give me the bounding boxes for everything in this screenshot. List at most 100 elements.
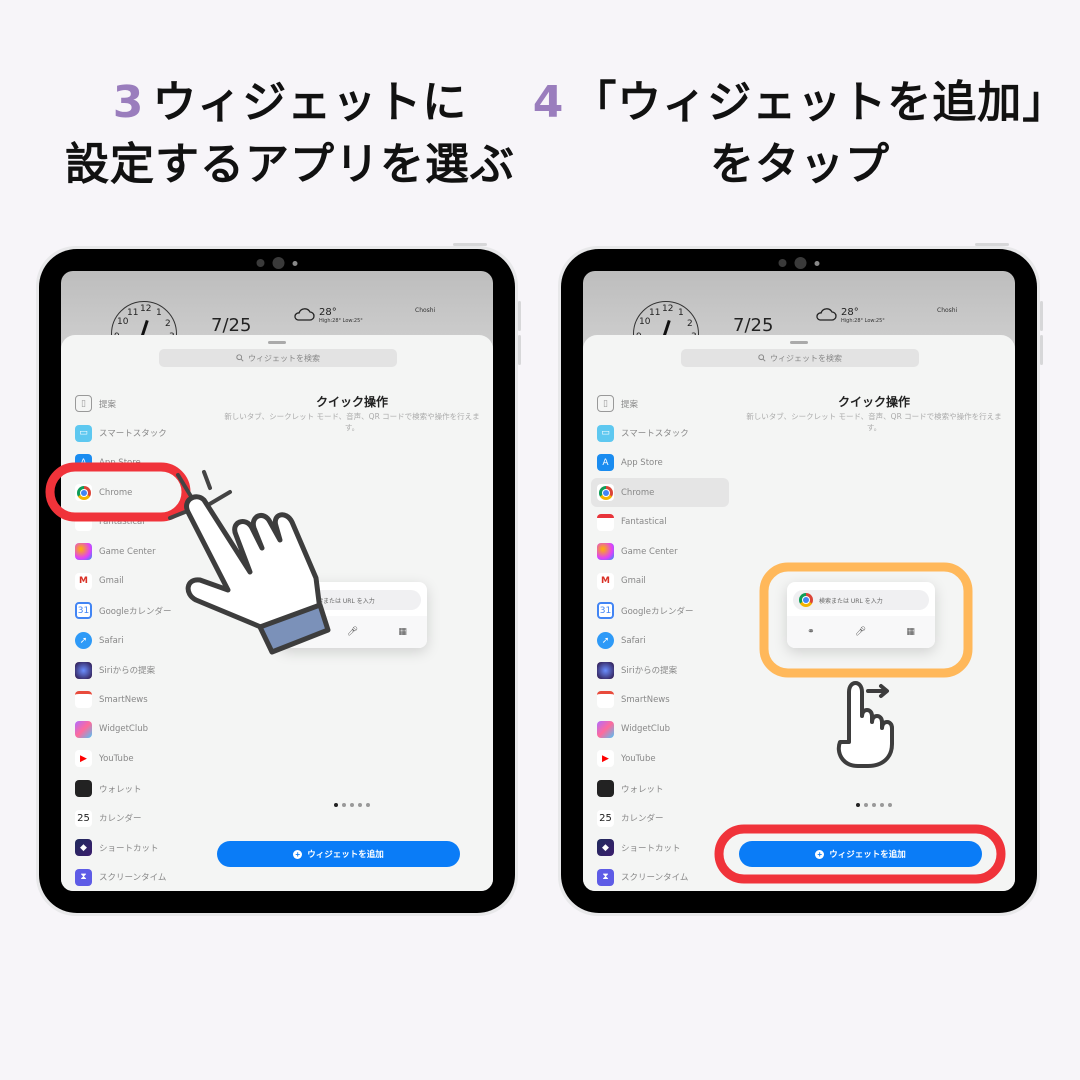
- add-widget-button[interactable]: + ウィジェットを追加: [217, 841, 460, 867]
- microphone-icon: 🎤︎: [346, 627, 359, 637]
- app-list-item-label: カレンダー: [621, 814, 664, 825]
- app-list-item[interactable]: 31 Googleカレンダー: [591, 596, 729, 626]
- app-list: ▯ 提案 ▭ スマートスタック A App Store Chrome Fantastical G…: [591, 389, 729, 891]
- page-dot[interactable]: [342, 803, 346, 807]
- page-dot[interactable]: [334, 803, 338, 807]
- page-indicator[interactable]: [211, 803, 493, 807]
- step-title-line1: ウィジェットに: [152, 77, 468, 128]
- app-list-item[interactable]: M Gmail: [591, 567, 729, 597]
- search-placeholder: ウィジェットを検索: [770, 353, 842, 363]
- page-dot[interactable]: [366, 803, 370, 807]
- ipad-screen: 12123 11109 7/25 28° High:28° Low:25° Ch…: [583, 271, 1015, 891]
- top-button: [453, 243, 487, 246]
- app-list-item[interactable]: ➚ Safari: [69, 626, 207, 656]
- app-list-item-label: ウォレット: [621, 784, 664, 795]
- app-list-item[interactable]: 25 カレンダー: [591, 803, 729, 833]
- chrome-icon: [291, 593, 305, 607]
- safari-icon: ➚: [597, 632, 614, 650]
- app-list-item[interactable]: ▯ 提案: [69, 389, 207, 419]
- app-list-item[interactable]: Chrome: [591, 477, 729, 508]
- weather-widget: 28° High:28° Low:25°: [293, 307, 363, 324]
- app-list-item[interactable]: ➚ Safari: [591, 626, 729, 656]
- safari-icon: ➚: [75, 632, 92, 650]
- widget-title: クイック操作: [315, 395, 388, 409]
- app-list-item[interactable]: 31 Googleカレンダー: [69, 596, 207, 626]
- app-list-item[interactable]: Fantastical: [591, 507, 729, 537]
- page-dot[interactable]: [350, 803, 354, 807]
- app-list-item[interactable]: ◆ ショートカット: [591, 833, 729, 863]
- app-list-item[interactable]: A App Store: [69, 448, 207, 478]
- ipad-step-4: 12123 11109 7/25 28° High:28° Low:25° Ch…: [558, 243, 1043, 916]
- app-list-item[interactable]: ▶ YouTube: [69, 744, 207, 774]
- app-list-item-label: Googleカレンダー: [621, 606, 694, 617]
- page-indicator[interactable]: [733, 803, 1015, 807]
- page-dot[interactable]: [358, 803, 362, 807]
- app-list-item[interactable]: ◆ ショートカット: [69, 833, 207, 863]
- app-list-item-label: Fantastical: [621, 517, 667, 528]
- app-list-item[interactable]: WidgetClub: [69, 715, 207, 745]
- suggestions-icon: ▯: [597, 395, 614, 413]
- widget-preview[interactable]: 検索または URL を入力 ⚭ 🎤︎ ▦: [787, 582, 935, 648]
- widget-search-input[interactable]: ウィジェットを検索: [681, 349, 919, 367]
- app-list-item[interactable]: ▶ YouTube: [591, 744, 729, 774]
- app-list-item-label: SmartNews: [621, 694, 670, 705]
- app-list-item-label: カレンダー: [99, 814, 142, 825]
- step-number: 4: [532, 77, 565, 128]
- game-center-icon: [75, 543, 92, 561]
- wallet-icon: [597, 780, 614, 798]
- date-widget: 7/25: [733, 315, 774, 336]
- sheet-grabber[interactable]: [790, 341, 808, 344]
- app-list-item-label: 提案: [621, 399, 639, 410]
- widget-gallery-sheet: ウィジェットを検索 ▯ 提案 ▭ スマートスタック A App Store Chrome Fa…: [583, 335, 1015, 891]
- page-dot[interactable]: [888, 803, 892, 807]
- page-dot[interactable]: [864, 803, 868, 807]
- app-list-item[interactable]: Siriからの提案: [69, 655, 207, 685]
- app-list-item[interactable]: WidgetClub: [591, 715, 729, 745]
- app-list-item[interactable]: Game Center: [69, 537, 207, 567]
- widgetclub-icon: [597, 720, 614, 738]
- app-list-item[interactable]: ▯ 提案: [591, 389, 729, 419]
- app-list-item[interactable]: ⧗ スクリーンタイム: [69, 863, 207, 892]
- calendar-icon: 25: [75, 809, 92, 827]
- app-list-item[interactable]: A App Store: [591, 448, 729, 478]
- suggestions-icon: ▯: [75, 395, 92, 413]
- app-list-item[interactable]: M Gmail: [69, 567, 207, 597]
- app-list-item-label: YouTube: [621, 753, 656, 764]
- app-store-icon: A: [75, 454, 92, 472]
- google-calendar-icon: 31: [75, 602, 92, 620]
- siri-icon: [597, 661, 614, 679]
- app-list-item[interactable]: ⧗ スクリーンタイム: [591, 863, 729, 892]
- app-list-item[interactable]: SmartNews: [591, 685, 729, 715]
- app-list-item[interactable]: Chrome: [69, 478, 207, 508]
- volume-down-button: [518, 335, 521, 365]
- youtube-icon: ▶: [597, 750, 614, 768]
- ipad-step-3: 12123 11109 7/25 28° High:28° Low:25° Ch…: [36, 243, 521, 916]
- screen-time-icon: ⧗: [597, 868, 614, 886]
- high-low: High:28° Low:25°: [841, 318, 885, 324]
- app-list-item-label: スクリーンタイム: [621, 873, 689, 884]
- app-list-item[interactable]: Siriからの提案: [591, 655, 729, 685]
- page-dot[interactable]: [880, 803, 884, 807]
- preview-search-bar: 検索または URL を入力: [285, 590, 421, 610]
- app-list-item[interactable]: ウォレット: [69, 774, 207, 804]
- sheet-grabber[interactable]: [268, 341, 286, 344]
- page-dot[interactable]: [856, 803, 860, 807]
- app-list-item[interactable]: SmartNews: [69, 685, 207, 715]
- app-list-item[interactable]: Game Center: [591, 537, 729, 567]
- app-list-item[interactable]: ▭ スマートスタック: [69, 419, 207, 449]
- fantastical-icon: [597, 513, 614, 531]
- add-widget-button[interactable]: + ウィジェットを追加: [739, 841, 982, 867]
- city-label: Choshi: [415, 307, 436, 314]
- app-list-item-label: スクリーンタイム: [99, 873, 167, 884]
- step-title-line2: をタップ: [710, 139, 890, 190]
- widget-preview[interactable]: 検索または URL を入力 ⚭ 🎤︎ ▦: [279, 582, 427, 648]
- app-list-item[interactable]: Fantastical: [69, 507, 207, 537]
- widget-search-input[interactable]: ウィジェットを検索: [159, 349, 397, 367]
- step-title-line1: 「ウィジェットを追加」: [572, 77, 1068, 128]
- app-list-item[interactable]: ▭ スマートスタック: [591, 419, 729, 449]
- step-4-heading: 4 「ウィジェットを追加」 をタップ: [520, 72, 1080, 196]
- app-list-item[interactable]: ウォレット: [591, 774, 729, 804]
- page-dot[interactable]: [872, 803, 876, 807]
- app-list-item-label: Game Center: [621, 546, 678, 557]
- app-list-item[interactable]: 25 カレンダー: [69, 803, 207, 833]
